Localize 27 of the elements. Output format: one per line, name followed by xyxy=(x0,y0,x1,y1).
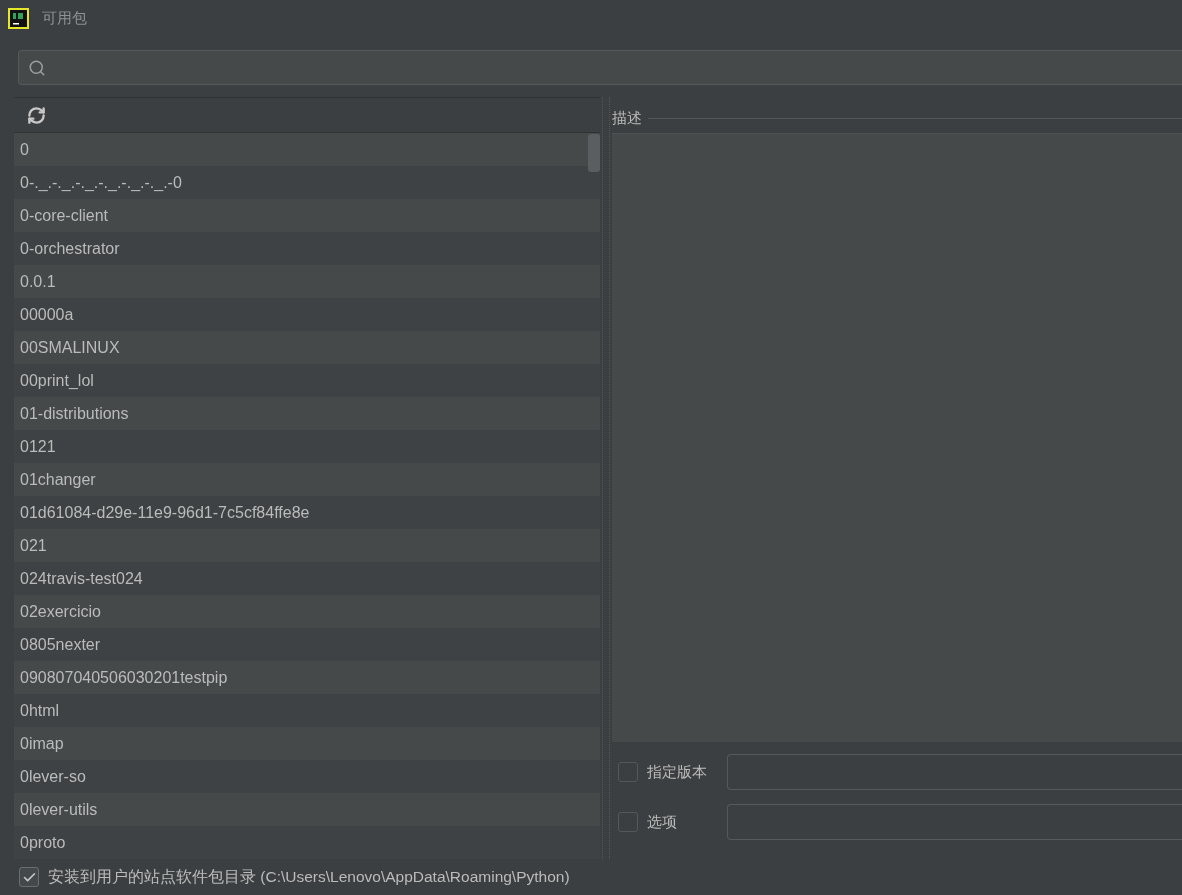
package-list-item[interactable]: 0imap xyxy=(14,727,600,760)
option-field[interactable] xyxy=(727,804,1182,840)
package-list-item[interactable]: 01changer xyxy=(14,463,600,496)
option-label: 指定版本 xyxy=(647,761,708,782)
option-field[interactable] xyxy=(727,754,1182,790)
window-title: 可用包 xyxy=(42,7,87,28)
checkbox[interactable] xyxy=(618,812,638,832)
package-list-item[interactable]: 0.0.1 xyxy=(14,265,600,298)
checkbox[interactable] xyxy=(618,762,638,782)
app-logo-icon xyxy=(8,7,29,29)
option-label: 选项 xyxy=(647,811,678,832)
checkbox[interactable] xyxy=(19,867,39,887)
package-list-item[interactable]: 01-distributions xyxy=(14,397,600,430)
section-title: 描述 xyxy=(612,107,642,128)
scrollbar-thumb[interactable] xyxy=(588,134,600,172)
splitter[interactable] xyxy=(602,97,610,859)
package-list-item[interactable]: 02exercicio xyxy=(14,595,600,628)
package-list-item[interactable]: 0lever-utils xyxy=(14,793,600,826)
package-list-item[interactable]: 090807040506030201testpip xyxy=(14,661,600,694)
search-field[interactable] xyxy=(18,50,1182,85)
package-list-item[interactable]: 0-core-client xyxy=(14,199,600,232)
refresh-button[interactable] xyxy=(25,104,47,126)
package-list-item[interactable]: 00SMALINUX xyxy=(14,331,600,364)
package-list-item[interactable]: 021 xyxy=(14,529,600,562)
search-icon xyxy=(28,58,46,77)
install-option-label: 安装到用户的站点软件包目录 (C:\Users\Lenovo\AppData\Roaming\Python) xyxy=(48,867,570,888)
package-list-item[interactable]: 0 xyxy=(14,133,600,166)
